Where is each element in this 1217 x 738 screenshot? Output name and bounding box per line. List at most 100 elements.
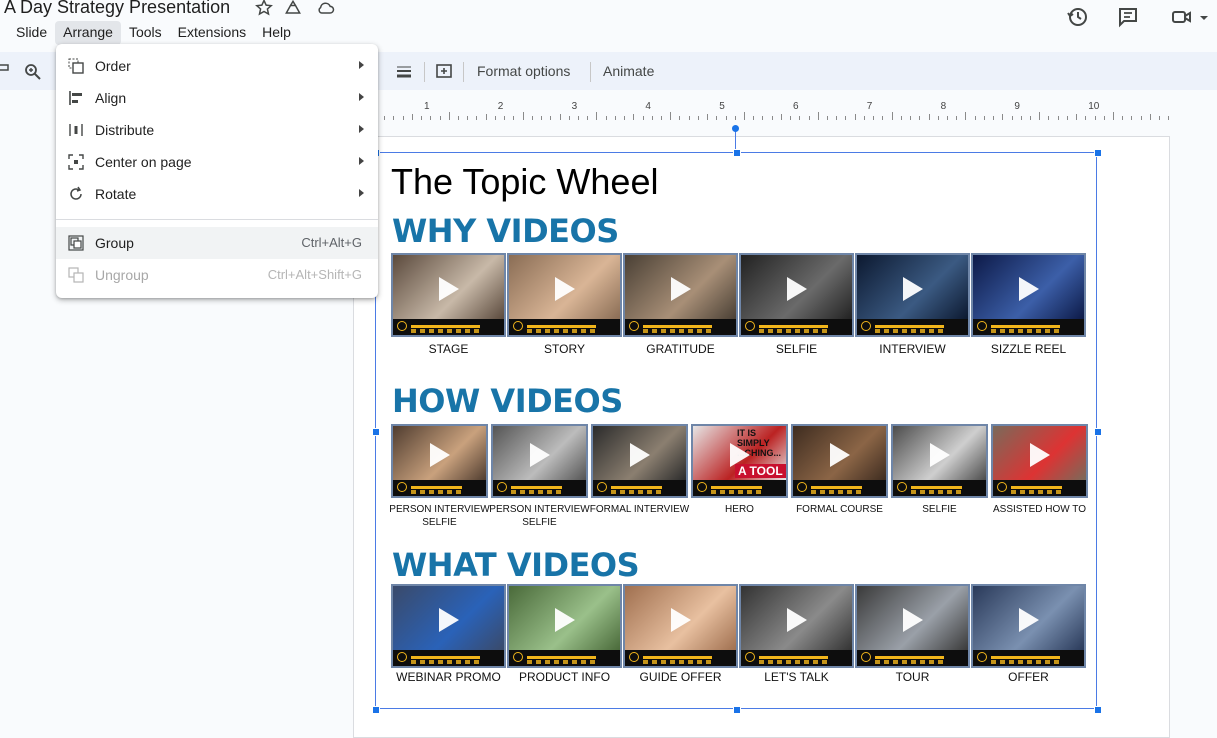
- ruler-tick: [910, 116, 912, 120]
- ruler-tick: [1076, 114, 1078, 120]
- resize-handle[interactable]: [372, 428, 380, 436]
- ruler-tick: [965, 112, 967, 120]
- add-comment-icon[interactable]: [435, 63, 453, 81]
- ruler-tick: [799, 116, 801, 120]
- ruler-tick: [476, 116, 478, 120]
- ruler-tick: [808, 116, 810, 120]
- ruler-tick: [448, 112, 450, 120]
- ruler-number: 10: [1088, 101, 1100, 112]
- menu-item-ungroup[interactable]: Ungroup Ctrl+Alt+Shift+G: [56, 259, 378, 291]
- border-weight-icon[interactable]: [396, 64, 412, 80]
- menu-help[interactable]: Help: [254, 21, 299, 45]
- paint-format-icon[interactable]: [0, 63, 12, 79]
- rotation-line: [735, 131, 736, 151]
- ruler-tick: [568, 116, 570, 120]
- version-history-icon[interactable]: [1066, 5, 1090, 29]
- move-to-drive-icon[interactable]: [283, 0, 303, 18]
- ruler-tick: [1122, 116, 1124, 120]
- ruler-tick: [882, 116, 884, 120]
- ruler-number: 1: [424, 101, 430, 112]
- ruler-tick: [1159, 116, 1161, 120]
- ruler-tick: [670, 112, 672, 120]
- ruler-tick: [439, 116, 441, 120]
- ruler-number: 8: [940, 101, 947, 112]
- format-options-button[interactable]: Format options: [477, 63, 570, 79]
- menu-arrange[interactable]: Arrange: [55, 21, 121, 45]
- chevron-down-icon[interactable]: [1198, 12, 1210, 24]
- submenu-arrow-icon: [359, 61, 364, 69]
- ruler-tick: [956, 116, 958, 120]
- ruler-tick: [762, 116, 764, 120]
- ruler-tick: [430, 116, 432, 120]
- ruler-tick: [744, 112, 745, 120]
- ruler-tick: [596, 112, 598, 120]
- ruler-tick: [393, 116, 395, 120]
- ruler-tick: [845, 116, 847, 120]
- ruler-tick: [1113, 112, 1114, 120]
- cloud-saved-icon[interactable]: [316, 0, 336, 18]
- submenu-arrow-icon: [359, 93, 364, 101]
- horizontal-ruler[interactable]: 1 2 3 4 5 6 7 8 9 10: [375, 100, 1180, 120]
- ruler-tick: [937, 116, 939, 120]
- submenu-arrow-icon: [359, 157, 364, 165]
- zoom-icon[interactable]: [24, 63, 42, 81]
- ruler-tick: [753, 116, 755, 120]
- rotation-handle[interactable]: [732, 125, 739, 132]
- ruler-tick: [1066, 116, 1068, 120]
- ruler-tick: [587, 116, 589, 120]
- ruler-tick: [873, 116, 875, 120]
- resize-handle[interactable]: [372, 706, 380, 714]
- menu-item-center-on-page[interactable]: Center on page: [56, 146, 378, 178]
- ruler-tick: [817, 112, 819, 120]
- menu-slide[interactable]: Slide: [8, 21, 55, 45]
- ruler-tick: [458, 116, 460, 120]
- ruler-tick: [1168, 116, 1170, 120]
- ruler-tick: [485, 114, 487, 120]
- ruler-tick: [550, 116, 552, 120]
- comments-icon[interactable]: [1116, 5, 1140, 29]
- animate-button[interactable]: Animate: [603, 63, 654, 79]
- resize-handle[interactable]: [1094, 428, 1102, 436]
- meet-camera-icon[interactable]: [1170, 5, 1194, 29]
- ruler-number: 9: [1014, 101, 1020, 112]
- ruler-tick: [697, 116, 699, 120]
- menu-tools[interactable]: Tools: [121, 21, 170, 45]
- selection-box[interactable]: [375, 152, 1097, 709]
- star-icon[interactable]: [254, 0, 274, 18]
- menu-item-rotate[interactable]: Rotate: [56, 178, 378, 210]
- ruler-tick: [614, 116, 616, 120]
- ruler-tick: [919, 116, 921, 120]
- arrange-dropdown-menu: Order Align Distribute Center on page Ro…: [56, 44, 378, 298]
- ruler-tick: [402, 116, 404, 120]
- resize-handle[interactable]: [1094, 706, 1102, 714]
- resize-handle[interactable]: [733, 706, 741, 714]
- resize-handle[interactable]: [1094, 149, 1102, 157]
- menu-item-group[interactable]: Group Ctrl+Alt+G: [56, 227, 378, 259]
- document-title[interactable]: r A Day Strategy Presentation: [0, 0, 230, 18]
- ruler-tick: [1131, 116, 1133, 120]
- ruler-tick: [1094, 116, 1096, 120]
- ruler-tick: [679, 116, 681, 120]
- menu-bar: Slide Arrange Tools Extensions Help: [8, 21, 299, 45]
- ruler-number: 3: [571, 101, 578, 112]
- ruler-tick: [467, 116, 469, 120]
- menu-item-order[interactable]: Order: [56, 50, 378, 82]
- ruler-tick: [1140, 116, 1142, 120]
- menu-item-distribute[interactable]: Distribute: [56, 114, 378, 146]
- submenu-arrow-icon: [359, 189, 364, 197]
- ruler-tick: [633, 114, 635, 120]
- ruler-tick: [421, 116, 423, 120]
- ruler-tick: [716, 116, 718, 120]
- distribute-icon: [69, 124, 83, 136]
- ruler-tick: [827, 116, 829, 120]
- resize-handle[interactable]: [733, 149, 741, 157]
- ruler-number: 6: [793, 101, 799, 112]
- ruler-tick: [974, 116, 976, 120]
- menu-extensions[interactable]: Extensions: [170, 21, 254, 45]
- submenu-arrow-icon: [359, 125, 364, 133]
- menu-item-align[interactable]: Align: [56, 82, 378, 114]
- ruler-tick: [900, 116, 902, 120]
- toolbar-divider: [590, 62, 591, 82]
- ruler-tick: [577, 116, 579, 120]
- ruler-tick: [771, 116, 773, 120]
